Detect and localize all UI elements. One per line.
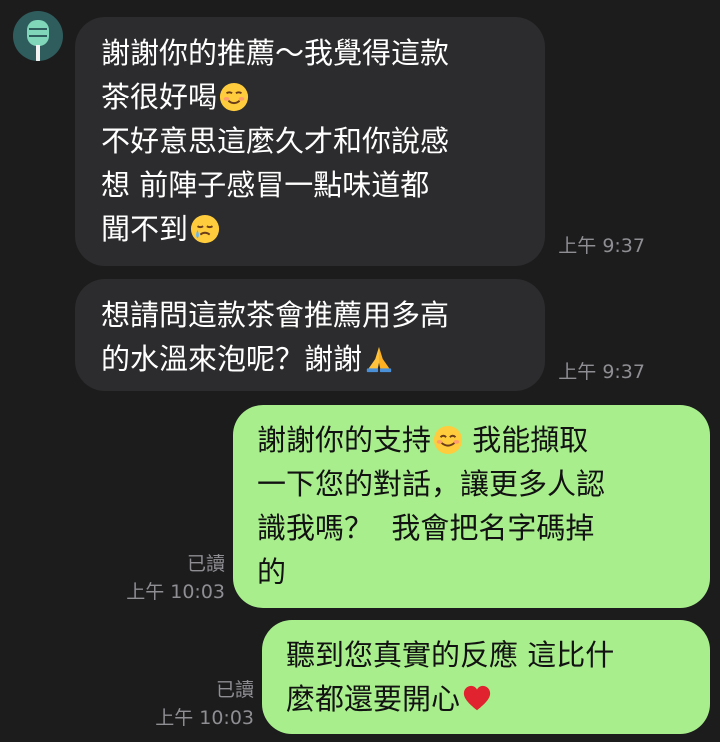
relieved-smile-emoji-icon bbox=[219, 82, 249, 112]
avatar-lollipop-icon bbox=[27, 20, 49, 46]
message-time: 上午 10:03 bbox=[155, 707, 254, 729]
folded-hands-emoji-icon bbox=[366, 346, 392, 373]
smiling-face-emoji-icon bbox=[433, 425, 463, 455]
message-text-continued: 不好意思這麼久才和你說感 想 前陣子感冒一點味道都 聞不到 bbox=[101, 124, 450, 246]
message-status: 已讀 上午 10:03 bbox=[150, 676, 254, 732]
message-time: 上午 9:37 bbox=[558, 361, 645, 383]
crying-smile-emoji-icon bbox=[190, 214, 220, 244]
message-text: 想請問這款茶會推薦用多高 的水溫來泡呢？謝謝 bbox=[101, 298, 450, 376]
read-receipt: 已讀 bbox=[215, 679, 254, 701]
message-status: 已讀 上午 10:03 bbox=[120, 550, 225, 606]
message-time: 上午 9:37 bbox=[558, 235, 645, 257]
message-bubble[interactable]: 謝謝你的推薦～我覺得這款 茶很好喝 不好意思這麼久才和你說感 想 前陣子感冒一點… bbox=[75, 17, 545, 266]
chat-view[interactable]: 謝謝你的推薦～我覺得這款 茶很好喝 不好意思這麼久才和你說感 想 前陣子感冒一點… bbox=[0, 0, 720, 742]
message-text: 謝謝你的推薦～我覺得這款 茶很好喝 bbox=[101, 36, 450, 114]
red-heart-emoji-icon bbox=[463, 685, 491, 711]
message-time: 上午 10:03 bbox=[126, 581, 225, 603]
read-receipt: 已讀 bbox=[186, 553, 225, 575]
message-bubble[interactable]: 謝謝你的支持 我能擷取 一下您的對話，讓更多人認 識我嗎？ 我會把名字碼掉 的 bbox=[233, 405, 710, 608]
message-bubble[interactable]: 想請問這款茶會推薦用多高 的水溫來泡呢？謝謝 bbox=[75, 279, 545, 391]
contact-avatar[interactable] bbox=[13, 11, 63, 61]
message-text: 謝謝你的支持 bbox=[257, 423, 432, 457]
avatar-stick bbox=[36, 45, 40, 61]
message-bubble[interactable]: 聽到您真實的反應 這比什 麼都還要開心 bbox=[262, 620, 710, 734]
message-text: 聽到您真實的反應 這比什 麼都還要開心 bbox=[286, 638, 615, 716]
